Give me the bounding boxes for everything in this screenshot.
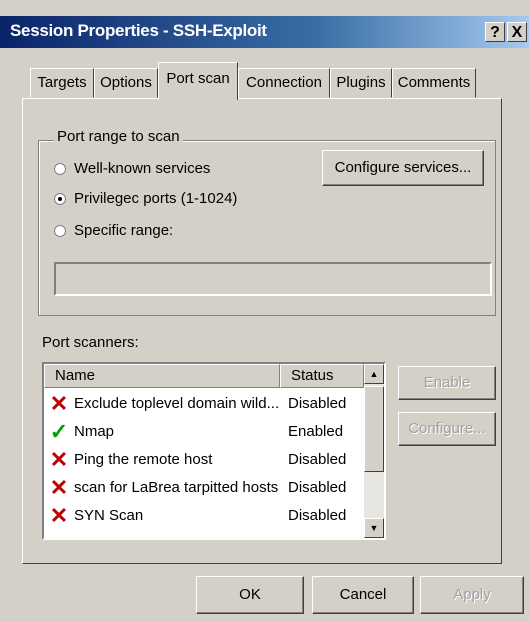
scanner-name: scan for LaBrea tarpitted hosts	[74, 479, 279, 496]
red-x-icon: ✕	[49, 447, 69, 472]
list-item[interactable]: ✕ SYN Scan Disabled	[44, 502, 366, 530]
column-header-name[interactable]: Name	[44, 364, 280, 388]
scroll-down-icon[interactable]: ▼	[364, 518, 384, 538]
red-x-icon: ✕	[49, 503, 69, 528]
scanner-name: Exclude toplevel domain wild...	[74, 395, 280, 412]
list-item[interactable]: ✕ scan for LaBrea tarpitted hosts Disabl…	[44, 474, 366, 502]
title-bar[interactable]: Session Properties - SSH-Exploit ? X	[0, 16, 529, 48]
radio-dot	[58, 197, 62, 202]
list-scrollbar[interactable]: ▲ ▼	[364, 364, 384, 538]
scanner-status: Enabled	[288, 423, 344, 440]
configure-scanner-button[interactable]: Configure...	[398, 412, 496, 446]
radio-button[interactable]	[54, 225, 66, 238]
ok-button[interactable]: OK	[196, 576, 304, 614]
tab-targets[interactable]: Targets	[30, 68, 94, 98]
radio-label: Privilegec ports (1-1024)	[74, 190, 238, 207]
port-scanners-list[interactable]: Name Status ✕ Exclude toplevel domain wi…	[42, 362, 386, 540]
cancel-button[interactable]: Cancel	[312, 576, 414, 614]
tab-comments[interactable]: Comments	[392, 68, 476, 98]
radio-well-known-services[interactable]: Well-known services	[54, 158, 210, 180]
scanner-status: Disabled	[288, 507, 347, 524]
red-x-icon: ✕	[49, 475, 69, 500]
apply-button[interactable]: Apply	[420, 576, 524, 614]
column-header-status[interactable]: Status	[280, 364, 364, 388]
scanner-status: Disabled	[288, 395, 347, 412]
scanner-status: Disabled	[288, 479, 347, 496]
scanner-name: Nmap	[74, 423, 115, 440]
close-button[interactable]: X	[507, 22, 527, 42]
configure-services-button[interactable]: Configure services...	[322, 150, 484, 186]
radio-specific-range[interactable]: Specific range:	[54, 220, 173, 242]
red-x-icon: ✕	[49, 391, 69, 416]
port-scanners-label: Port scanners:	[42, 334, 139, 351]
list-item[interactable]: ✓ Nmap Enabled	[44, 418, 366, 446]
radio-label: Well-known services	[74, 160, 211, 177]
tab-plugins[interactable]: Plugins	[330, 68, 392, 98]
enable-button[interactable]: Enable	[398, 366, 496, 400]
list-item[interactable]: ✕ Ping the remote host Disabled	[44, 446, 366, 474]
radio-button-selected[interactable]	[54, 193, 66, 206]
radio-button[interactable]	[54, 163, 66, 176]
scanner-name: Ping the remote host	[74, 451, 213, 468]
port-range-group-label: Port range to scan	[54, 128, 183, 145]
scroll-up-icon[interactable]: ▲	[364, 364, 384, 384]
radio-label: Specific range:	[74, 222, 174, 239]
radio-privileged-ports[interactable]: Privilegec ports (1-1024)	[54, 188, 237, 210]
window-title: Session Properties - SSH-Exploit	[10, 21, 267, 40]
tab-connection[interactable]: Connection	[238, 68, 330, 98]
scrollbar-thumb[interactable]	[364, 386, 384, 472]
tab-options[interactable]: Options	[94, 68, 158, 98]
scanner-status: Disabled	[288, 451, 347, 468]
tab-port-scan[interactable]: Port scan	[158, 62, 238, 100]
scanner-name: SYN Scan	[74, 507, 144, 524]
specific-range-field[interactable]	[54, 262, 492, 296]
help-button[interactable]: ?	[485, 22, 505, 42]
list-item[interactable]: ✕ Exclude toplevel domain wild... Disabl…	[44, 390, 366, 418]
session-properties-dialog: Session Properties - SSH-Exploit ? X Tar…	[0, 0, 529, 622]
green-check-icon: ✓	[49, 419, 69, 444]
